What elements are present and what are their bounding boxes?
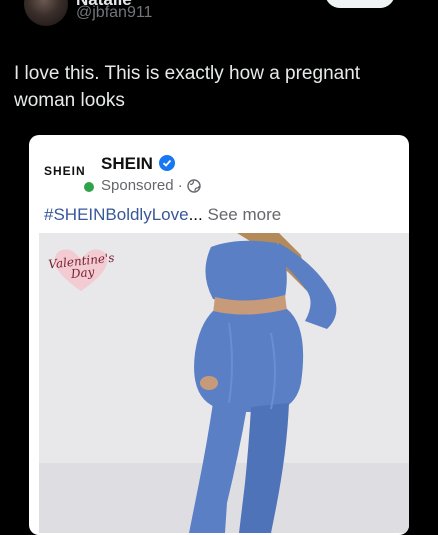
tweet-header: Natalie @jbfan911 Follow [0, 0, 438, 40]
ad-image[interactable]: Valentine's Day [39, 233, 409, 533]
brand-logo[interactable]: SHEIN [44, 164, 86, 178]
brand-name[interactable]: SHEIN [101, 154, 153, 174]
ad-caption: #SHEINBoldlyLove... See more [44, 205, 282, 224]
see-more-link[interactable]: See more [207, 205, 281, 224]
author-handle[interactable]: @jbfan911 [76, 4, 152, 22]
online-status-dot [83, 181, 95, 193]
sponsored-label: Sponsored · [101, 177, 183, 194]
follow-button[interactable]: Follow [325, 0, 395, 8]
hashtag-link[interactable]: #SHEINBoldlyLove [44, 205, 189, 224]
verified-icon [159, 155, 175, 171]
avatar[interactable] [24, 0, 68, 26]
valentines-badge: Valentine's Day [41, 243, 121, 293]
globe-icon [187, 179, 201, 193]
tweet-text: I love this. This is exactly how a pregn… [14, 63, 361, 111]
sponsored-ad-card[interactable]: SHEIN SHEIN Sponsored · #SHEINBoldlyLove… [29, 135, 409, 535]
